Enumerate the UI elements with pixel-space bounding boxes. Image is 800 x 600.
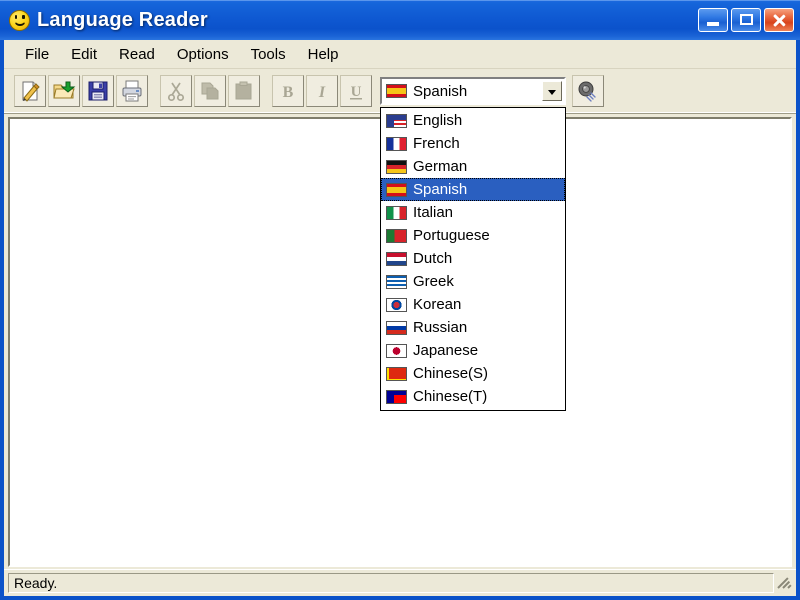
dropdown-option-italian[interactable]: Italian: [381, 201, 565, 224]
dropdown-option-label: Chinese(T): [413, 388, 488, 405]
svg-text:I: I: [318, 84, 326, 101]
bold-icon: B: [283, 84, 294, 101]
language-combobox[interactable]: Spanish: [380, 77, 566, 105]
toolbar: B I U Spanish English French German Span…: [4, 69, 796, 411]
status-bar: Ready.: [4, 569, 796, 596]
dropdown-option-label: Italian: [413, 204, 454, 221]
dropdown-option-label: Portuguese: [413, 227, 490, 244]
paste-icon: [235, 81, 252, 100]
dropdown-option-label: German: [413, 158, 468, 175]
status-message: Ready.: [8, 573, 774, 593]
dropdown-option-greek[interactable]: Greek: [381, 270, 565, 293]
dropdown-option-russian[interactable]: Russian: [381, 316, 565, 339]
application-window: Language Reader File Edit Read Options T…: [0, 0, 800, 600]
menu-read[interactable]: Read: [108, 43, 166, 66]
printer-icon: [122, 80, 142, 102]
new-document-button[interactable]: [14, 75, 46, 107]
maximize-button[interactable]: [731, 8, 761, 32]
dropdown-option-spanish[interactable]: Spanish: [381, 178, 565, 201]
menu-bar: File Edit Read Options Tools Help: [4, 40, 796, 69]
flag-gr-icon: [386, 274, 407, 289]
menu-edit[interactable]: Edit: [60, 43, 108, 66]
cut-button[interactable]: [160, 75, 192, 107]
language-selector: Spanish English French German Spanish It…: [380, 77, 566, 411]
dropdown-option-label: Korean: [413, 296, 462, 313]
paste-button[interactable]: [228, 75, 260, 107]
new-document-icon: [22, 81, 40, 102]
scissors-icon: [167, 82, 185, 102]
flag-ru-icon: [386, 320, 407, 335]
copy-button[interactable]: [194, 75, 226, 107]
close-button[interactable]: [764, 8, 794, 32]
dropdown-option-label: English: [413, 112, 463, 129]
speaker-icon: [578, 81, 596, 102]
flag-jp-icon: [386, 343, 407, 358]
window-controls: [698, 8, 794, 32]
svg-text:U: U: [351, 84, 362, 100]
dropdown-option-chinese-traditional[interactable]: Chinese(T): [381, 385, 565, 408]
open-file-button[interactable]: [48, 75, 80, 107]
dropdown-option-label: Spanish: [413, 181, 468, 198]
flag-pt-icon: [386, 228, 407, 243]
flag-de-icon: [386, 159, 407, 174]
copy-icon: [201, 82, 219, 100]
menu-help[interactable]: Help: [297, 43, 350, 66]
dropdown-option-portuguese[interactable]: Portuguese: [381, 224, 565, 247]
flag-us-icon: [386, 113, 407, 128]
italic-button[interactable]: I: [306, 75, 338, 107]
minimize-button[interactable]: [698, 8, 728, 32]
dropdown-option-chinese-simplified[interactable]: Chinese(S): [381, 362, 565, 385]
flag-nl-icon: [386, 251, 407, 266]
dropdown-option-korean[interactable]: Korean: [381, 293, 565, 316]
dropdown-option-dutch[interactable]: Dutch: [381, 247, 565, 270]
language-combobox-value: Spanish: [413, 82, 468, 100]
underline-icon: U: [350, 84, 362, 100]
title-bar[interactable]: Language Reader: [0, 0, 800, 40]
bold-button[interactable]: B: [272, 75, 304, 107]
language-dropdown-list[interactable]: English French German Spanish Italian Po…: [380, 107, 566, 411]
menu-file[interactable]: File: [14, 43, 60, 66]
menu-options[interactable]: Options: [166, 43, 240, 66]
save-floppy-icon: [88, 81, 108, 101]
underline-button[interactable]: U: [340, 75, 372, 107]
window-title: Language Reader: [37, 8, 208, 31]
dropdown-option-french[interactable]: French: [381, 132, 565, 155]
dropdown-option-english[interactable]: English: [381, 109, 565, 132]
flag-cn-icon: [386, 366, 407, 381]
dropdown-option-label: Japanese: [413, 342, 479, 359]
maximize-icon: [740, 14, 753, 25]
dropdown-option-label: Chinese(S): [413, 365, 489, 382]
client-area: File Edit Read Options Tools Help B I U …: [4, 40, 796, 596]
resize-grip-icon[interactable]: [777, 574, 793, 590]
dropdown-option-label: Greek: [413, 273, 454, 290]
chevron-down-icon[interactable]: [542, 81, 562, 101]
dropdown-option-label: Dutch: [413, 250, 453, 267]
flag-fr-icon: [386, 136, 407, 151]
flag-kr-icon: [386, 297, 407, 312]
flag-es-icon: [386, 84, 407, 98]
flag-tw-icon: [386, 389, 407, 404]
menu-tools[interactable]: Tools: [240, 43, 297, 66]
minimize-icon: [707, 22, 719, 26]
speak-button[interactable]: [572, 75, 604, 107]
open-folder-icon: [53, 81, 76, 99]
dropdown-option-label: French: [413, 135, 460, 152]
dropdown-option-japanese[interactable]: Japanese: [381, 339, 565, 362]
save-button[interactable]: [82, 75, 114, 107]
print-button[interactable]: [116, 75, 148, 107]
flag-es-icon: [386, 182, 407, 197]
smiley-face-icon: [9, 9, 30, 31]
dropdown-option-label: Russian: [413, 319, 468, 336]
italic-icon: I: [318, 84, 326, 101]
dropdown-option-german[interactable]: German: [381, 155, 565, 178]
svg-text:B: B: [283, 84, 294, 101]
flag-it-icon: [386, 205, 407, 220]
